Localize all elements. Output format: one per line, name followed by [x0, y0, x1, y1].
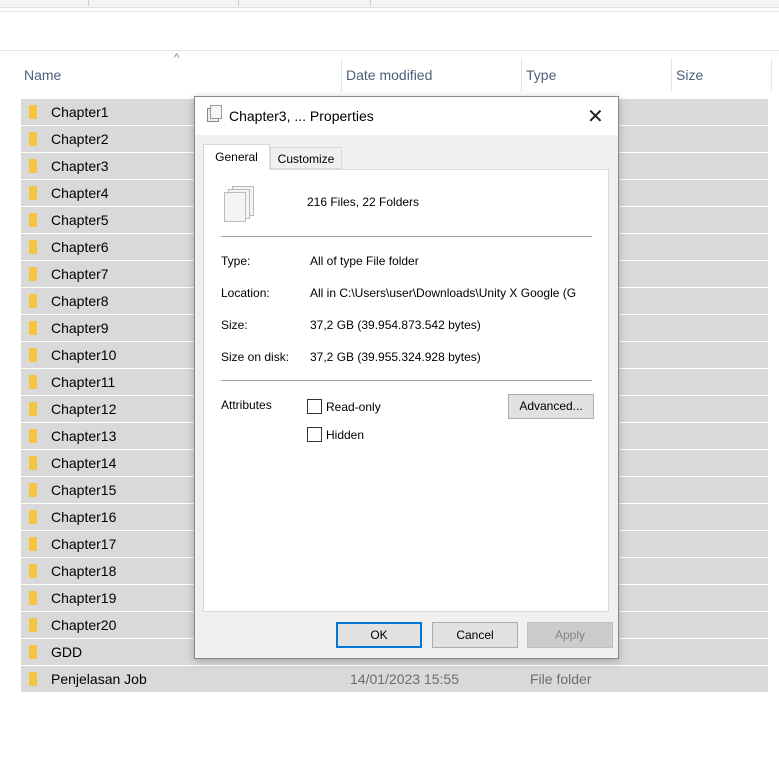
type-value: All of type File folder	[310, 254, 419, 268]
folder-icon	[29, 456, 37, 470]
column-header-type[interactable]: Type	[522, 58, 672, 92]
tab-general[interactable]: General	[203, 144, 270, 170]
folder-icon	[29, 672, 37, 686]
location-value: All in C:\Users\user\Downloads\Unity X G…	[310, 286, 577, 300]
file-name: Chapter20	[51, 617, 117, 633]
folder-icon	[29, 564, 37, 578]
folder-icon	[29, 321, 37, 335]
folder-icon	[29, 402, 37, 416]
column-header-date[interactable]: Date modified	[342, 58, 522, 92]
tab-customize[interactable]: Customize	[270, 147, 342, 169]
size-on-disk-label: Size on disk:	[221, 350, 290, 364]
file-name: Chapter17	[51, 536, 117, 552]
size-on-disk-value: 37,2 GB (39.955.324.928 bytes)	[310, 350, 481, 364]
file-name: Chapter11	[51, 374, 116, 390]
file-name: Chapter8	[51, 293, 109, 309]
folder-icon	[29, 213, 37, 227]
folder-icon	[29, 132, 37, 146]
size-value: 37,2 GB (39.954.873.542 bytes)	[310, 318, 481, 332]
properties-dialog: Chapter3, ... Properties ✕ General Custo…	[194, 96, 619, 659]
folder-icon	[29, 645, 37, 659]
readonly-label[interactable]: Read-only	[326, 400, 381, 414]
divider	[221, 236, 592, 237]
dialog-title-bar[interactable]: Chapter3, ... Properties ✕	[195, 97, 618, 135]
file-type: File folder	[530, 671, 592, 687]
size-label: Size:	[221, 318, 248, 332]
hidden-label[interactable]: Hidden	[326, 428, 364, 442]
folder-icon	[29, 159, 37, 173]
file-name: Chapter5	[51, 212, 109, 228]
file-name: Chapter15	[51, 482, 117, 498]
folder-icon	[29, 483, 37, 497]
divider	[0, 50, 779, 51]
file-name: Chapter13	[51, 428, 117, 444]
folder-icon	[29, 267, 37, 281]
file-name: Chapter14	[51, 455, 117, 471]
column-header-name[interactable]: Name	[20, 58, 342, 92]
file-name: Chapter3	[51, 158, 109, 174]
dialog-title: Chapter3, ... Properties	[229, 108, 374, 124]
folder-icon	[29, 105, 37, 119]
ok-button[interactable]: OK	[336, 622, 422, 648]
date-modified: 14/01/2023 15:55	[350, 671, 459, 687]
file-name: Chapter19	[51, 590, 117, 606]
folder-icon	[29, 591, 37, 605]
type-label: Type:	[221, 254, 251, 268]
folder-icon	[29, 537, 37, 551]
file-name: Chapter9	[51, 320, 109, 336]
folder-icon	[29, 618, 37, 632]
readonly-checkbox[interactable]	[307, 399, 322, 414]
file-name: Chapter18	[51, 563, 117, 579]
folder-icon	[29, 429, 37, 443]
general-panel: 216 Files, 22 Folders Type: All of type …	[203, 169, 609, 612]
close-icon[interactable]: ✕	[587, 104, 604, 129]
location-label: Location:	[221, 286, 270, 300]
folder-icon	[29, 510, 37, 524]
file-name: Penjelasan Job	[51, 671, 147, 687]
attributes-label: Attributes	[221, 398, 272, 412]
file-name: Chapter10	[51, 347, 117, 363]
cancel-button[interactable]: Cancel	[432, 622, 518, 648]
hidden-checkbox[interactable]	[307, 427, 322, 442]
folder-icon	[29, 240, 37, 254]
file-name: Chapter6	[51, 239, 109, 255]
file-name: GDD	[51, 644, 83, 660]
file-name: Chapter2	[51, 131, 109, 147]
folder-icon	[29, 348, 37, 362]
file-count: 216 Files, 22 Folders	[307, 195, 420, 209]
divider	[0, 11, 779, 12]
folder-icon	[29, 186, 37, 200]
apply-button[interactable]: Apply	[527, 622, 613, 648]
file-name: Chapter12	[51, 401, 117, 417]
divider	[221, 380, 592, 381]
column-header-size[interactable]: Size	[672, 58, 772, 92]
file-name: Chapter16	[51, 509, 117, 525]
file-name: Chapter4	[51, 185, 109, 201]
folder-icon	[29, 294, 37, 308]
toolbar-strip	[0, 0, 779, 8]
file-row[interactable]: Penjelasan Job 14/01/2023 15:55 File folde…	[21, 666, 768, 693]
multiple-files-icon-back	[210, 105, 222, 119]
file-name: Chapter1	[51, 104, 109, 120]
folder-icon	[29, 375, 37, 389]
advanced-button[interactable]: Advanced...	[508, 394, 594, 419]
file-name: Chapter7	[51, 266, 109, 282]
